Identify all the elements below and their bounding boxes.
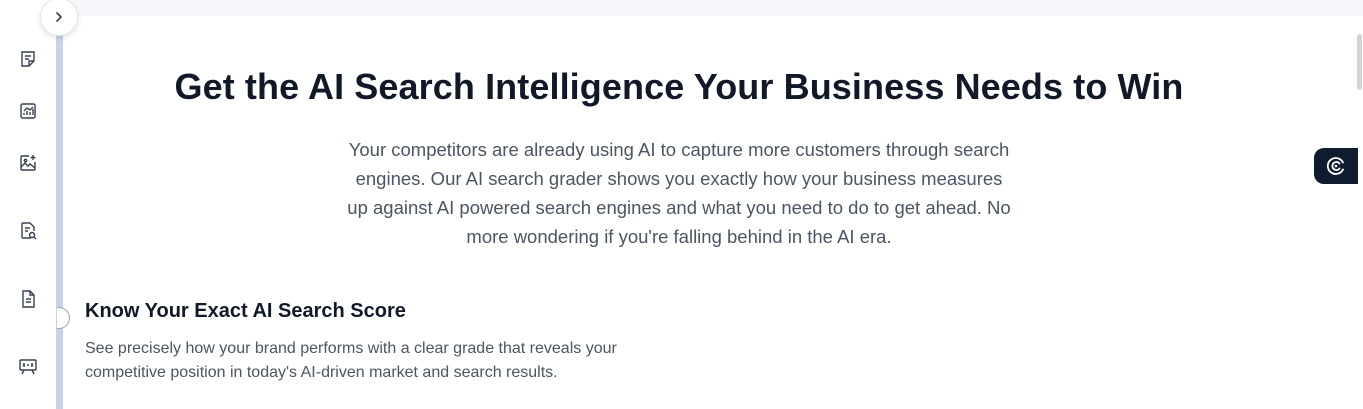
top-bar (63, 0, 1363, 16)
document-note-icon (21, 51, 35, 67)
document-text-icon (22, 290, 35, 308)
scrollbar-thumb[interactable] (1357, 34, 1362, 90)
feature-bullet (57, 307, 70, 329)
chevron-right-icon (56, 12, 62, 22)
sidebar-rail (0, 0, 57, 409)
feature-title: Know Your Exact AI Search Score (85, 300, 406, 322)
intro-paragraph: Your competitors are already using AI to… (347, 139, 1011, 247)
assistant-launcher-button[interactable] (1314, 148, 1358, 184)
assistant-logo-icon (1326, 157, 1344, 175)
document-search-icon (21, 222, 37, 240)
sidebar-item-documents[interactable] (17, 288, 39, 310)
presentation-board-icon (19, 359, 37, 375)
sidebar-item-search-docs[interactable] (17, 220, 39, 242)
image-sparkle-icon (20, 155, 36, 171)
page-scrollbar[interactable] (1355, 16, 1363, 409)
feature-description: See precisely how your brand performs wi… (85, 340, 617, 381)
sidebar-item-reports[interactable] (17, 100, 39, 122)
sidebar-item-notes[interactable] (17, 48, 39, 70)
main-content: Get the AI Search Intelligence Your Busi… (57, 16, 1355, 409)
page-title: Get the AI Search Intelligence Your Busi… (174, 66, 1184, 107)
sidebar-item-presentations[interactable] (17, 355, 39, 377)
sidebar-item-images[interactable] (17, 152, 39, 174)
sidebar-edge (56, 30, 63, 409)
feature-item: Know Your Exact AI Search Score See prec… (85, 300, 685, 385)
chart-report-icon (20, 103, 36, 119)
